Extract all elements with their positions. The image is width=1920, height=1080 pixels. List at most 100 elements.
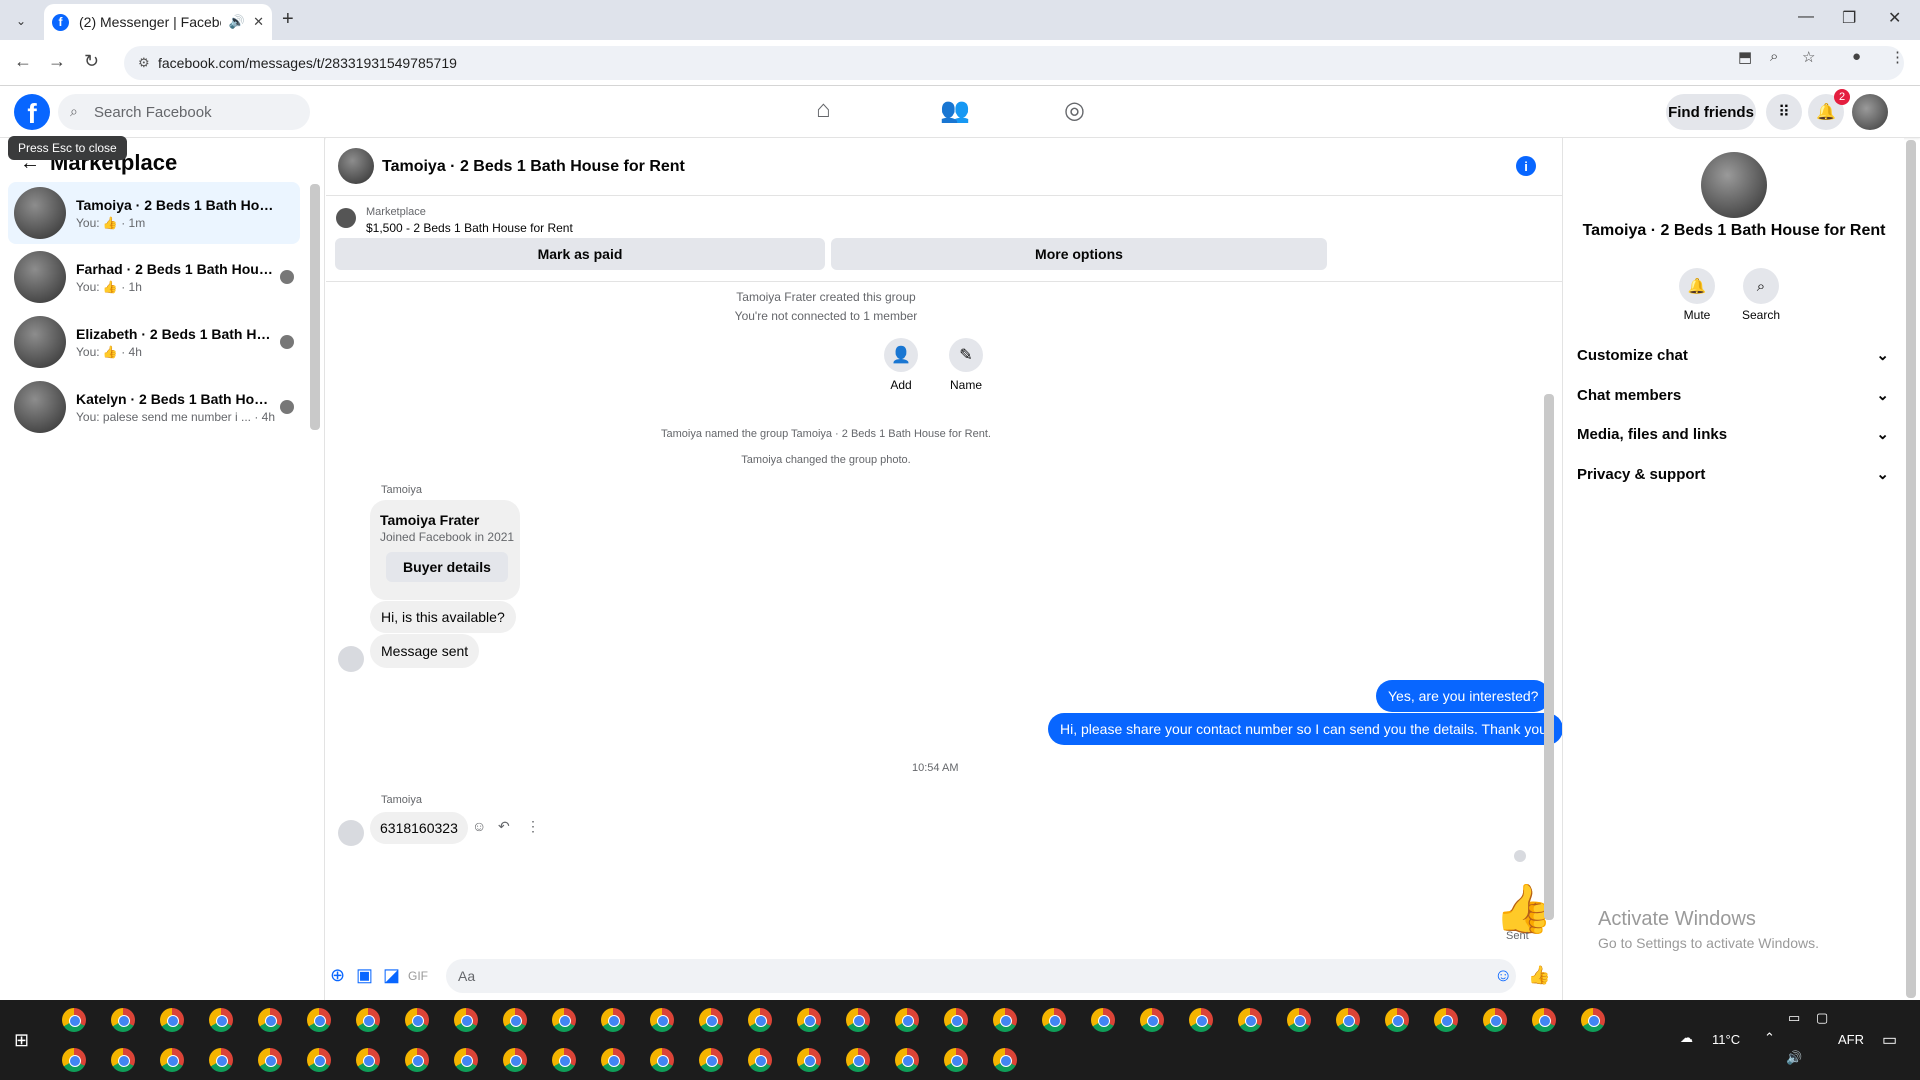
network-icon[interactable]: ▭ — [1788, 1010, 1800, 1026]
emoji-icon[interactable]: ☺ — [1494, 965, 1512, 986]
media-files-links-row[interactable]: Media, files and links ⌄ — [1577, 419, 1897, 449]
chrome-taskbar-icon[interactable] — [503, 1008, 527, 1032]
chrome-taskbar-icon[interactable] — [748, 1048, 772, 1072]
chrome-taskbar-icon[interactable] — [258, 1008, 282, 1032]
chrome-taskbar-icon[interactable] — [797, 1048, 821, 1072]
message-bubble[interactable]: Message sent — [370, 634, 480, 668]
zoom-icon[interactable]: ⌕ — [1770, 48, 1778, 65]
customize-chat-row[interactable]: Customize chat ⌄ — [1577, 340, 1897, 370]
chrome-taskbar-icon[interactable] — [258, 1048, 282, 1072]
bookmark-star-icon[interactable]: ☆ — [1802, 48, 1815, 66]
close-tab-icon[interactable]: ✕ — [253, 14, 264, 30]
tab-search-icon[interactable]: ⌄ — [10, 10, 32, 32]
chrome-taskbar-icon[interactable] — [1532, 1008, 1556, 1032]
chrome-taskbar-icon[interactable] — [1140, 1008, 1164, 1032]
chrome-taskbar-icon[interactable] — [895, 1048, 919, 1072]
chrome-taskbar-icon[interactable] — [62, 1008, 86, 1032]
scrollbar[interactable] — [1906, 140, 1916, 998]
restore-icon[interactable]: ❐ — [1842, 8, 1856, 28]
chrome-taskbar-icon[interactable] — [503, 1048, 527, 1072]
chrome-taskbar-icon[interactable] — [111, 1048, 135, 1072]
mute-action[interactable]: 🔔 Mute — [1667, 268, 1727, 322]
facebook-search-input[interactable]: ⌕ Search Facebook — [58, 94, 310, 130]
chrome-taskbar-icon[interactable] — [1581, 1008, 1605, 1032]
chrome-taskbar-icon[interactable] — [650, 1048, 674, 1072]
address-bar[interactable]: ⚙ facebook.com/messages/t/28331931549785… — [124, 46, 1904, 80]
chrome-taskbar-icon[interactable] — [405, 1008, 429, 1032]
chrome-taskbar-icon[interactable] — [846, 1008, 870, 1032]
outgoing-message-bubble[interactable]: Hi, please share your contact number so … — [1048, 713, 1563, 745]
chat-title[interactable]: Tamoiya · 2 Beds 1 Bath House for Rent — [382, 158, 685, 176]
listing-price-title[interactable]: $1,500 - 2 Beds 1 Bath House for Rent — [366, 221, 573, 235]
chat-members-row[interactable]: Chat members ⌄ — [1577, 380, 1897, 410]
groups-icon[interactable]: ◎ — [1064, 96, 1085, 125]
minimize-icon[interactable]: — — [1798, 8, 1814, 26]
conversation-item[interactable]: Farhad · 2 Beds 1 Bath House for Rent Yo… — [8, 246, 300, 308]
sender-avatar[interactable] — [338, 646, 364, 672]
chrome-taskbar-icon[interactable] — [1042, 1008, 1066, 1032]
chat-avatar[interactable] — [338, 148, 374, 184]
chrome-taskbar-icon[interactable] — [1385, 1008, 1409, 1032]
menu-grid-icon[interactable]: ⠿ — [1766, 94, 1802, 130]
profile-icon[interactable]: ● — [1852, 48, 1861, 65]
conversation-item[interactable]: Tamoiya · 2 Beds 1 Bath House for Rent Y… — [8, 182, 300, 244]
chrome-taskbar-icon[interactable] — [552, 1048, 576, 1072]
reply-icon[interactable]: ↶ — [498, 818, 510, 835]
chrome-taskbar-icon[interactable] — [601, 1008, 625, 1032]
new-tab-icon[interactable]: + — [282, 8, 294, 31]
facebook-logo-icon[interactable]: f — [14, 94, 50, 130]
mark-as-paid-button[interactable]: Mark as paid — [335, 238, 825, 270]
send-like-icon[interactable]: 👍 — [1528, 965, 1550, 986]
chrome-taskbar-icon[interactable] — [209, 1008, 233, 1032]
gif-icon[interactable]: GIF — [408, 969, 428, 983]
reload-icon[interactable]: ↻ — [84, 51, 99, 72]
home-icon[interactable]: ⌂ — [816, 96, 831, 124]
browser-tab[interactable]: f (2) Messenger | Facebook 🔊 ✕ — [44, 4, 272, 40]
chrome-taskbar-icon[interactable] — [993, 1048, 1017, 1072]
scrollbar[interactable] — [1544, 394, 1554, 920]
speaker-icon[interactable]: 🔊 — [229, 14, 245, 30]
buyer-details-button[interactable]: Buyer details — [386, 552, 508, 582]
chrome-taskbar-icon[interactable] — [160, 1048, 184, 1072]
plus-circle-icon[interactable]: ⊕ — [330, 965, 345, 986]
chrome-taskbar-icon[interactable] — [895, 1008, 919, 1032]
menu-icon[interactable]: ⋮ — [1890, 48, 1905, 66]
message-bubble[interactable]: Hi, is this available? — [370, 601, 516, 633]
chrome-taskbar-icon[interactable] — [748, 1008, 772, 1032]
add-member-action[interactable]: 👤 Add — [871, 338, 931, 392]
windows-start-icon[interactable]: ⊞ — [14, 1030, 29, 1051]
search-action[interactable]: ⌕ Search — [1731, 268, 1791, 322]
weather-icon[interactable]: ☁ — [1680, 1030, 1693, 1046]
chrome-taskbar-icon[interactable] — [699, 1048, 723, 1072]
info-icon[interactable]: i — [1516, 156, 1536, 176]
chrome-taskbar-icon[interactable] — [111, 1008, 135, 1032]
meet-icon[interactable]: ▢ — [1816, 1010, 1828, 1026]
close-window-icon[interactable]: ✕ — [1888, 8, 1901, 28]
chrome-taskbar-icon[interactable] — [699, 1008, 723, 1032]
chrome-taskbar-icon[interactable] — [454, 1048, 478, 1072]
chrome-taskbar-icon[interactable] — [356, 1048, 380, 1072]
conversation-item[interactable]: Elizabeth · 2 Beds 1 Bath House for Rent… — [8, 311, 300, 373]
message-input[interactable]: Aa — [446, 959, 1516, 993]
chrome-taskbar-icon[interactable] — [307, 1008, 331, 1032]
chrome-taskbar-icon[interactable] — [944, 1048, 968, 1072]
chrome-taskbar-icon[interactable] — [797, 1008, 821, 1032]
weather-temp[interactable]: 11°C — [1712, 1032, 1740, 1047]
account-avatar[interactable] — [1852, 94, 1888, 130]
photo-icon[interactable]: ▣ — [356, 965, 373, 986]
forward-icon[interactable]: → — [48, 51, 66, 72]
message-bubble[interactable]: 6318160323 — [370, 812, 468, 844]
back-icon[interactable]: ← — [14, 51, 32, 72]
chrome-taskbar-icon[interactable] — [650, 1008, 674, 1032]
scrollbar[interactable] — [310, 184, 320, 430]
chrome-taskbar-icon[interactable] — [160, 1008, 184, 1032]
chrome-taskbar-icon[interactable] — [356, 1008, 380, 1032]
more-options-button[interactable]: More options — [831, 238, 1327, 270]
chrome-taskbar-icon[interactable] — [944, 1008, 968, 1032]
chrome-taskbar-icon[interactable] — [1238, 1008, 1262, 1032]
sender-avatar[interactable] — [338, 820, 364, 846]
chrome-taskbar-icon[interactable] — [1483, 1008, 1507, 1032]
chrome-taskbar-icon[interactable] — [209, 1048, 233, 1072]
chrome-taskbar-icon[interactable] — [405, 1048, 429, 1072]
site-info-icon[interactable]: ⚙ — [138, 55, 150, 71]
